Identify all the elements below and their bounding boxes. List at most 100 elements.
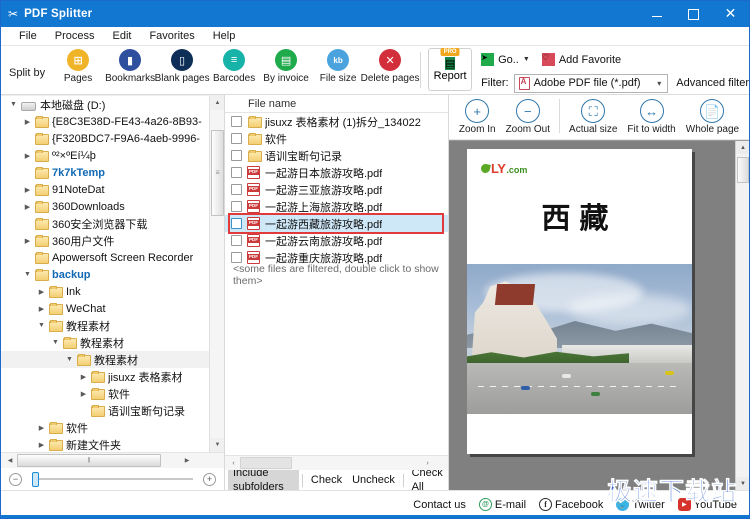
column-header-file-name[interactable]: File name bbox=[225, 98, 296, 110]
filter-combobox[interactable]: Adobe PDF file (*.pdf) ▾ bbox=[513, 73, 669, 93]
file-list-row[interactable]: 一起游日本旅游攻略.pdf bbox=[225, 164, 448, 181]
tree-item[interactable]: 360用户文件 bbox=[1, 232, 224, 249]
tree-item[interactable]: 360Downloads bbox=[1, 198, 224, 215]
zoom-slider-track[interactable] bbox=[32, 472, 193, 487]
chevron-down-icon[interactable] bbox=[7, 101, 20, 108]
minimize-button[interactable] bbox=[638, 1, 675, 27]
tree-item[interactable]: 软件 bbox=[1, 419, 224, 436]
list-hscroll-right-button[interactable]: › bbox=[421, 456, 434, 470]
file-checkbox[interactable] bbox=[231, 218, 242, 229]
tree-item[interactable]: 7k7kTemp bbox=[1, 164, 224, 181]
menu-item-favorites[interactable]: Favorites bbox=[140, 27, 203, 46]
chevron-down-icon[interactable] bbox=[49, 339, 62, 346]
file-checkbox[interactable] bbox=[231, 133, 242, 144]
menu-item-edit[interactable]: Edit bbox=[103, 27, 140, 46]
tree-scroll-thumb[interactable] bbox=[211, 130, 224, 216]
tree-hscroll-thumb[interactable] bbox=[17, 454, 161, 467]
tree-vertical-scrollbar[interactable]: ▲ ▼ bbox=[209, 96, 224, 452]
chevron-right-icon[interactable] bbox=[35, 424, 48, 432]
chevron-right-icon[interactable] bbox=[77, 373, 90, 381]
tree-item[interactable]: WeChat bbox=[1, 300, 224, 317]
tree-item[interactable]: {F320BDC7-F9A6-4aeb-9996- bbox=[1, 130, 224, 147]
chevron-right-icon[interactable] bbox=[21, 203, 34, 211]
menu-item-help[interactable]: Help bbox=[204, 27, 245, 46]
report-button[interactable]: PRO ▤ Report bbox=[428, 48, 473, 91]
zoom-in-button[interactable]: + bbox=[203, 472, 216, 486]
chevron-right-icon[interactable] bbox=[21, 237, 34, 245]
tool-bookmarks[interactable]: ▮ Bookmarks bbox=[104, 46, 156, 94]
tool-file-size[interactable]: kb File size bbox=[312, 46, 364, 94]
tree-item[interactable]: 语训宝断句记录 bbox=[1, 402, 224, 419]
preview-scroll-down-button[interactable]: ▼ bbox=[736, 477, 749, 490]
file-checkbox[interactable] bbox=[231, 252, 242, 263]
preview-whole-page-button[interactable]: 📄 Whole page bbox=[681, 99, 744, 135]
chevron-down-icon[interactable]: ▾ bbox=[657, 79, 661, 88]
chevron-down-icon[interactable] bbox=[21, 271, 34, 278]
go-button[interactable]: ➤ Go.. ▼ bbox=[481, 53, 530, 66]
menu-item-process[interactable]: Process bbox=[46, 27, 104, 46]
tree-item[interactable]: 教程素材 bbox=[1, 351, 224, 368]
tool-pages[interactable]: ⊞ Pages bbox=[52, 46, 104, 94]
tree-item[interactable]: 91NoteDat bbox=[1, 181, 224, 198]
tool-by-invoice[interactable]: ▤ By invoice bbox=[260, 46, 312, 94]
tree-item[interactable]: 本地磁盘 (D:) bbox=[1, 96, 224, 113]
tree-item[interactable]: Ink bbox=[1, 283, 224, 300]
chevron-right-icon[interactable] bbox=[21, 118, 34, 126]
file-checkbox[interactable] bbox=[231, 184, 242, 195]
tool-barcodes[interactable]: ≡ Barcodes bbox=[208, 46, 260, 94]
tree-item[interactable]: 教程素材 bbox=[1, 317, 224, 334]
file-list-row[interactable]: 一起游三亚旅游攻略.pdf bbox=[225, 181, 448, 198]
list-hscroll-thumb[interactable] bbox=[240, 457, 292, 469]
chevron-right-icon[interactable] bbox=[35, 305, 48, 313]
chevron-right-icon[interactable] bbox=[35, 441, 48, 449]
file-checkbox[interactable] bbox=[231, 201, 242, 212]
pdf-page-viewer[interactable]: LY .com 西藏 ▲ ▼ bbox=[449, 140, 749, 490]
tree-item[interactable]: 教程素材 bbox=[1, 334, 224, 351]
tree-item[interactable]: backup bbox=[1, 266, 224, 283]
file-list-row[interactable]: jisuxz 表格素材 (1)拆分_134022 bbox=[225, 113, 448, 130]
tree-item[interactable]: Apowersoft Screen Recorder bbox=[1, 249, 224, 266]
file-list-row[interactable]: 软件 bbox=[225, 130, 448, 147]
chevron-right-icon[interactable] bbox=[77, 390, 90, 398]
preview-zoom-in-button[interactable]: + Zoom In bbox=[454, 99, 501, 135]
tree-item[interactable]: 软件 bbox=[1, 385, 224, 402]
preview-scroll-thumb[interactable] bbox=[737, 157, 749, 183]
check-button[interactable]: Check bbox=[306, 471, 347, 489]
chevron-right-icon[interactable] bbox=[21, 152, 34, 160]
chevron-down-icon[interactable] bbox=[63, 356, 76, 363]
file-list-row[interactable]: 语训宝断句记录 bbox=[225, 147, 448, 164]
tree-item[interactable]: º²×ºEí¼þ bbox=[1, 147, 224, 164]
tree-item[interactable]: 360安全浏览器下载 bbox=[1, 215, 224, 232]
menu-item-file[interactable]: File bbox=[10, 27, 46, 46]
zoom-out-button[interactable]: − bbox=[9, 472, 22, 486]
file-list-row[interactable]: 一起游西藏旅游攻略.pdf bbox=[225, 215, 448, 232]
tree-item[interactable]: {E8C3E38D-FE43-4a26-8B93- bbox=[1, 113, 224, 130]
file-list-row[interactable]: 一起游云南旅游攻略.pdf bbox=[225, 232, 448, 249]
list-hscroll-left-button[interactable]: ‹ bbox=[227, 456, 240, 470]
file-list-row[interactable]: 一起游上海旅游攻略.pdf bbox=[225, 198, 448, 215]
tree-item[interactable]: jisuxz 表格素材 bbox=[1, 368, 224, 385]
tool-delete-pages[interactable]: ✕ Delete pages bbox=[361, 46, 420, 94]
maximize-button[interactable] bbox=[675, 1, 712, 27]
file-list[interactable]: jisuxz 表格素材 (1)拆分_134022 软件语训宝断句记录一起游日本旅游… bbox=[225, 113, 448, 455]
file-list-row[interactable]: 一起游重庆旅游攻略.pdf bbox=[225, 249, 448, 266]
file-list-horizontal-scrollbar[interactable]: ‹ › bbox=[225, 455, 448, 470]
tree-scroll-up-button[interactable]: ▲ bbox=[210, 96, 224, 110]
tree-zoom-slider[interactable]: − + bbox=[1, 468, 224, 490]
uncheck-button[interactable]: Uncheck bbox=[347, 471, 400, 489]
tree-horizontal-scrollbar[interactable]: ◀ ▶ bbox=[1, 452, 224, 468]
tree-hscroll-right-button[interactable]: ▶ bbox=[180, 453, 194, 468]
preview-vertical-scrollbar[interactable]: ▲ ▼ bbox=[735, 141, 749, 490]
close-button[interactable]: ✕ bbox=[712, 1, 749, 27]
preview-actual-size-button[interactable]: ⛶ Actual size bbox=[564, 99, 622, 135]
zoom-slider-thumb[interactable] bbox=[32, 472, 39, 487]
tool-blank-pages[interactable]: ▯ Blank pages bbox=[155, 46, 210, 94]
tree-scroll-down-button[interactable]: ▼ bbox=[210, 438, 224, 452]
file-checkbox[interactable] bbox=[231, 167, 242, 178]
advanced-filter-link[interactable]: Advanced filter bbox=[676, 77, 749, 89]
preview-fit-to-width-button[interactable]: ↔ Fit to width bbox=[622, 99, 680, 135]
preview-scroll-up-button[interactable]: ▲ bbox=[736, 141, 749, 154]
preview-zoom-out-button[interactable]: − Zoom Out bbox=[501, 99, 555, 135]
add-favorite-button[interactable]: ♡ Add Favorite bbox=[541, 53, 621, 66]
tree-item[interactable]: 新建文件夹 bbox=[1, 436, 224, 452]
